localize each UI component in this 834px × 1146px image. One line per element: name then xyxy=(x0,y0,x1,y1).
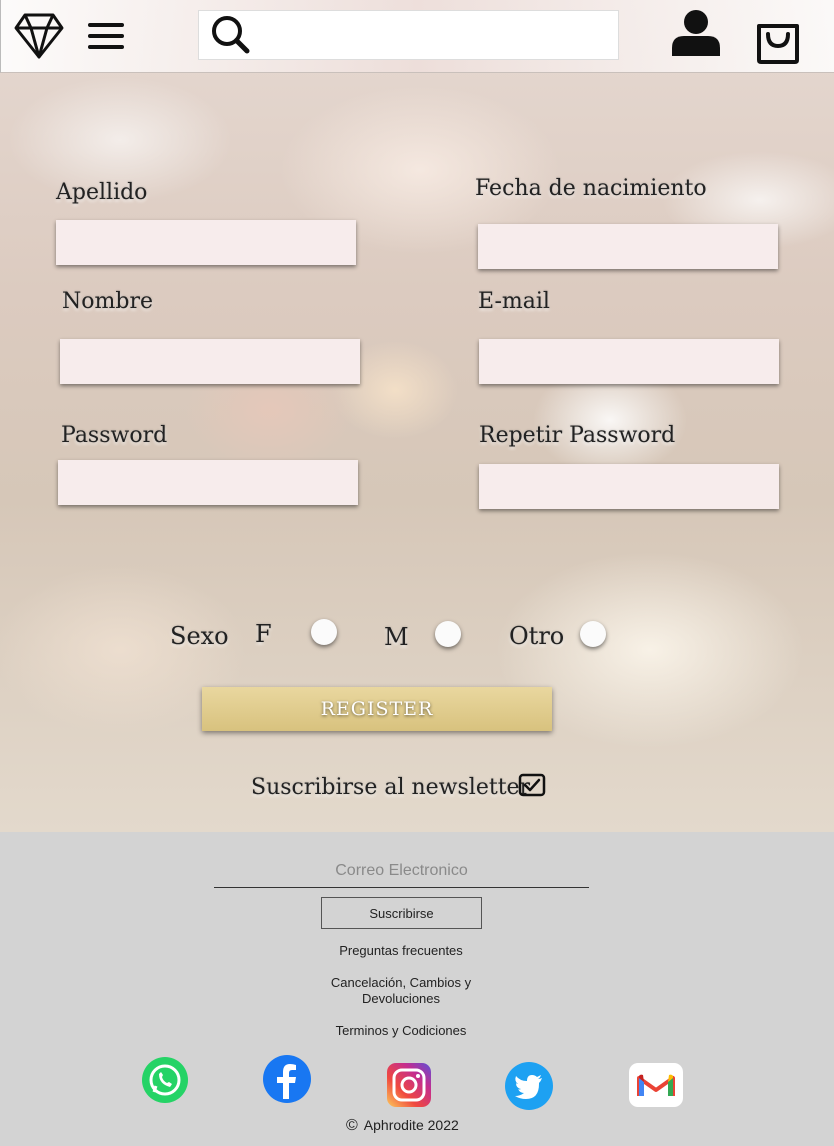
sexo-label: Sexo xyxy=(170,622,229,650)
email-label: E-mail xyxy=(478,289,550,314)
footer-link-terminos[interactable]: Terminos y Codiciones xyxy=(300,1023,502,1039)
nombre-label: Nombre xyxy=(62,289,153,314)
twitter-icon[interactable] xyxy=(504,1062,554,1110)
register-button[interactable]: REGISTER xyxy=(202,687,552,731)
footer-link-cancelacion[interactable]: Cancelación, Cambios y Devoluciones xyxy=(318,975,484,1007)
password-label: Password xyxy=(61,423,168,448)
subscribe-button[interactable]: Suscribirse xyxy=(321,897,482,929)
apellido-label: Apellido xyxy=(56,180,148,205)
password-input[interactable] xyxy=(58,460,358,505)
copyright: © Aphrodite 2022 xyxy=(346,1117,459,1135)
email-input[interactable] xyxy=(479,339,779,384)
copyright-icon: © xyxy=(346,1117,358,1134)
instagram-icon[interactable] xyxy=(386,1063,432,1107)
search-icon[interactable] xyxy=(210,14,250,54)
hamburger-menu-icon[interactable] xyxy=(88,20,124,52)
apellido-input[interactable] xyxy=(56,220,356,265)
copyright-text: Aphrodite 2022 xyxy=(363,1117,459,1133)
newsletter-checkbox-icon[interactable] xyxy=(518,773,546,799)
facebook-icon[interactable] xyxy=(262,1055,312,1103)
sexo-option-otro-radio[interactable] xyxy=(580,621,606,647)
repeat-password-label: Repetir Password xyxy=(479,423,676,448)
diamond-icon[interactable] xyxy=(14,12,64,60)
fecha-nacimiento-label: Fecha de nacimiento xyxy=(475,176,707,201)
sexo-option-m-label: M xyxy=(384,623,409,651)
search-input[interactable] xyxy=(256,14,612,56)
sexo-option-f-label: F xyxy=(255,620,272,648)
whatsapp-icon[interactable] xyxy=(140,1056,190,1104)
footer-email-input[interactable] xyxy=(214,854,589,888)
sexo-option-otro-label: Otro xyxy=(509,622,565,650)
nombre-input[interactable] xyxy=(60,339,360,384)
newsletter-label: Suscribirse al newsletter xyxy=(251,775,531,800)
repeat-password-input[interactable] xyxy=(479,464,779,509)
footer-link-faq[interactable]: Preguntas frecuentes xyxy=(300,943,502,959)
user-icon[interactable] xyxy=(670,8,722,58)
fecha-nacimiento-input[interactable] xyxy=(478,224,778,269)
shopping-bag-icon[interactable] xyxy=(754,14,802,64)
sexo-option-f-radio[interactable] xyxy=(311,619,337,645)
gmail-icon[interactable] xyxy=(629,1063,683,1107)
sexo-option-m-radio[interactable] xyxy=(435,621,461,647)
